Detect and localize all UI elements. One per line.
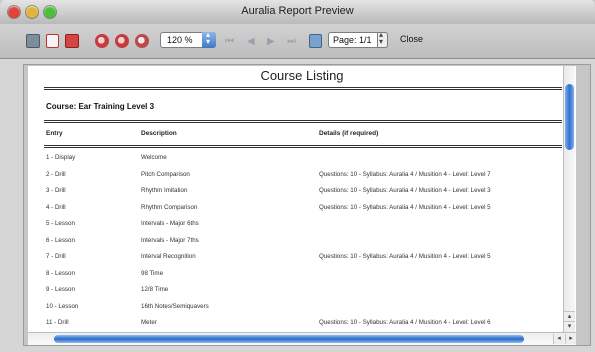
cell-description: 12/8 Time [141,286,169,293]
cell-description: Welcome [141,154,167,161]
preview-frame: Course Listing Course: Ear Training Leve… [23,64,591,346]
last-page-icon[interactable]: ⏭ [287,36,296,47]
report-preview-window: Auralia Report Preview 120 % ⏮ ◀ ▶ ⏭ Pag… [0,0,595,352]
pdf-export-icon[interactable] [46,34,59,48]
zoom-fit-icon[interactable] [135,34,149,48]
title-bar: Auralia Report Preview [0,0,595,25]
cell-entry: 11 - Drill [46,319,69,326]
next-page-icon[interactable]: ▶ [267,36,275,47]
cell-description: Interval Recognition [141,253,196,260]
page-field[interactable]: Page: 1/1 [328,30,388,48]
cell-description: Pitch Comparison [141,170,190,178]
cell-entry: 4 - Drill [46,203,66,211]
vertical-scroll-thumb[interactable] [565,84,574,150]
refresh-icon[interactable] [309,34,322,48]
cell-details: Questions: 10 - Syllabus: Auralia 4 / Mu… [319,187,491,194]
column-header-description: Description [141,130,177,137]
page-value: Page: 1/1 [333,35,372,45]
zoom-value: 120 % [167,35,193,45]
cell-details: Questions: 10 - Syllabus: Auralia 4 / Mu… [319,253,491,260]
cell-description: Meter [141,319,157,326]
zoom-out-icon[interactable] [115,34,129,48]
cell-description: Rhythm Comparison [141,203,198,211]
first-page-icon[interactable]: ⏮ [225,36,234,47]
window-title: Auralia Report Preview [241,5,354,17]
divider [44,87,562,90]
vertical-scrollbar[interactable]: ▴ ▾ [563,66,575,332]
cell-details: Questions: 10 - Syllabus: Auralia 4 / Mu… [319,203,491,211]
cell-entry: 6 - Lesson [46,236,75,244]
cell-entry: 8 - Lesson [46,269,75,277]
cell-entry: 10 - Lesson [46,302,79,310]
report-page: Course Listing Course: Ear Training Leve… [28,66,576,332]
table-row: 9 - Lesson 12/8 Time [28,286,576,298]
table-row: 2 - Drill Pitch Comparison Questions: 10… [28,171,576,183]
cell-entry: 2 - Drill [46,170,66,178]
cell-entry: 5 - Lesson [46,220,75,227]
divider [44,120,562,123]
scroll-left-icon[interactable]: ◂ [553,334,564,344]
column-header-details: Details (if required) [319,130,379,137]
table-row: 7 - Drill Interval Recognition Questions… [28,253,576,265]
cell-details: Questions: 10 - Syllabus: Auralia 4 / Mu… [319,319,491,326]
report-title: Course Listing [260,68,344,83]
column-header-entry: Entry [46,130,63,137]
print-icon[interactable] [26,34,40,48]
cell-details: Questions: 10 - Syllabus: Auralia 4 / Mu… [319,170,491,178]
zoom-in-icon[interactable] [95,34,109,48]
page-stepper[interactable] [377,30,388,48]
toolbar: 120 % ⏮ ◀ ▶ ⏭ Page: 1/1 Close [0,24,595,59]
close-button[interactable]: Close [400,34,423,44]
horizontal-scrollbar[interactable]: ◂ ▸ [28,332,576,345]
table-row: 1 - Display Welcome [28,154,576,166]
table-row: 6 - Lesson Intervals - Major 7ths [28,237,576,249]
cell-description: Intervals - Major 7ths [141,236,199,244]
save-icon[interactable] [65,34,79,48]
zoom-stepper-icon[interactable] [202,30,216,48]
previous-page-icon[interactable]: ◀ [247,36,255,47]
table-row: 11 - Drill Meter Questions: 10 - Syllabu… [28,319,576,331]
cell-entry: 9 - Lesson [46,286,75,293]
table-row: 5 - Lesson Intervals - Major 6ths [28,220,576,232]
cell-description: 98 Time [141,269,164,277]
table-row: 3 - Drill Rhythm Imitation Questions: 10… [28,187,576,199]
zoom-select[interactable]: 120 % [160,30,216,48]
divider [44,145,562,148]
cell-entry: 3 - Drill [46,187,66,194]
table-row: 4 - Drill Rhythm Comparison Questions: 1… [28,204,576,216]
cell-entry: 7 - Drill [46,253,66,260]
horizontal-scroll-thumb[interactable] [54,335,524,343]
scroll-down-icon[interactable]: ▾ [564,321,575,332]
cell-entry: 1 - Display [46,154,76,161]
table-row: 8 - Lesson 98 Time [28,270,576,282]
cell-description: Rhythm Imitation [141,187,188,194]
cell-description: 16th Notes/Semiquavers [141,302,209,310]
table-row: 10 - Lesson 16th Notes/Semiquavers [28,303,576,315]
course-name: Course: Ear Training Level 3 [46,102,155,111]
cell-description: Intervals - Major 6ths [141,220,199,227]
scroll-right-icon[interactable]: ▸ [565,334,576,344]
